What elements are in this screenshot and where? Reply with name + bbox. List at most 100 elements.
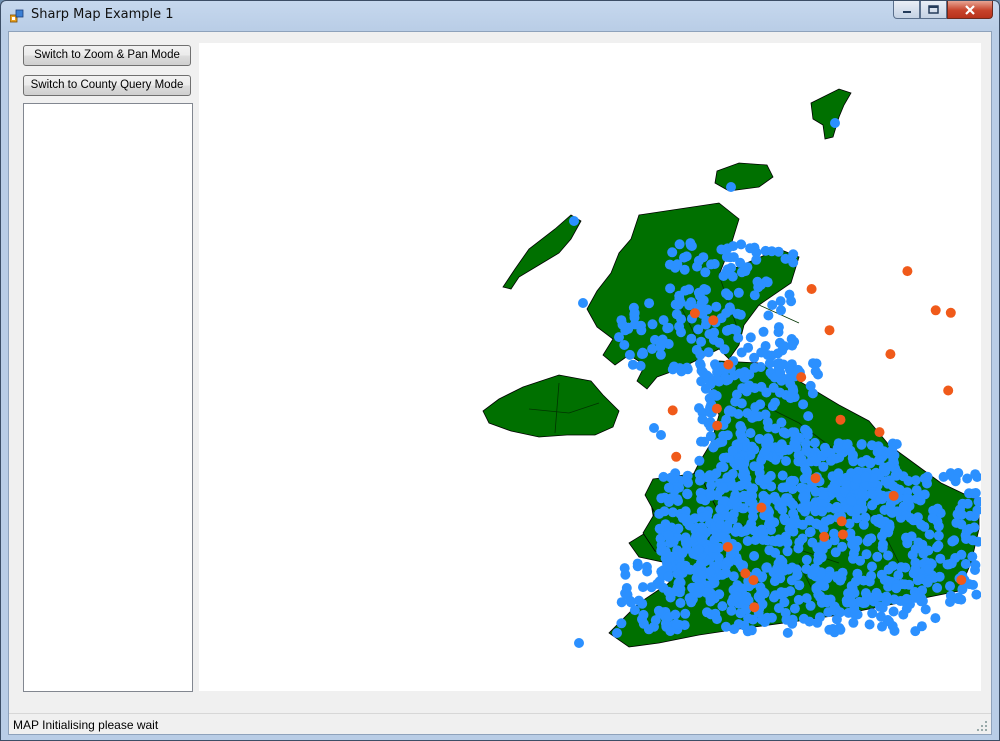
location-point	[696, 298, 707, 309]
location-point	[950, 474, 961, 485]
map-canvas[interactable]	[199, 43, 984, 691]
location-point	[877, 621, 887, 632]
location-point	[901, 593, 912, 604]
location-point	[872, 551, 883, 562]
minimize-button[interactable]	[893, 1, 920, 19]
close-button[interactable]	[947, 1, 993, 19]
location-point	[680, 608, 691, 619]
maximize-button[interactable]	[920, 1, 947, 19]
location-point	[761, 387, 772, 398]
location-point	[836, 572, 847, 583]
location-point	[920, 604, 931, 615]
resize-grip-icon[interactable]	[977, 721, 988, 732]
location-point	[969, 522, 980, 533]
location-point	[760, 409, 771, 420]
location-point	[727, 323, 738, 334]
location-point	[616, 618, 627, 629]
location-point	[858, 598, 869, 609]
location-point	[745, 243, 756, 254]
results-list[interactable]	[23, 103, 193, 692]
location-point	[703, 347, 714, 358]
location-point	[916, 593, 927, 604]
location-point	[843, 588, 854, 599]
location-point	[774, 443, 784, 453]
location-point	[715, 519, 726, 530]
location-point	[875, 493, 886, 504]
location-point	[736, 347, 747, 358]
highlight-point	[837, 529, 848, 540]
location-point	[764, 545, 775, 556]
location-point	[680, 535, 691, 546]
location-point	[780, 515, 790, 526]
highlight-point	[740, 568, 751, 579]
location-point	[569, 216, 579, 226]
location-point	[680, 285, 691, 296]
location-point	[866, 489, 877, 500]
location-point	[723, 406, 734, 417]
location-point	[763, 310, 774, 321]
location-point	[632, 558, 643, 569]
highlight-point	[943, 385, 954, 396]
location-point	[702, 607, 712, 618]
location-point	[777, 504, 788, 515]
location-point	[642, 566, 653, 577]
location-point	[901, 532, 911, 543]
highlight-point	[836, 516, 847, 527]
location-point	[785, 393, 796, 404]
location-point	[708, 389, 719, 400]
location-point	[788, 499, 798, 510]
location-point	[712, 560, 722, 571]
location-point	[745, 332, 756, 343]
location-point	[780, 482, 791, 493]
location-point	[770, 536, 781, 547]
location-point	[887, 445, 898, 456]
ireland-land	[482, 374, 620, 438]
location-point	[691, 344, 702, 355]
location-point	[761, 562, 772, 573]
location-point	[696, 522, 707, 533]
location-point	[719, 344, 730, 355]
location-point	[910, 557, 921, 568]
location-point	[694, 544, 704, 555]
location-point	[884, 461, 895, 472]
location-point	[927, 513, 938, 524]
location-point	[660, 546, 671, 557]
location-point	[638, 582, 648, 593]
location-point	[658, 315, 669, 326]
map-view[interactable]	[199, 43, 984, 691]
location-point	[636, 320, 646, 331]
location-point	[736, 423, 747, 434]
location-point	[702, 510, 713, 521]
location-point	[708, 543, 719, 553]
location-point	[932, 582, 943, 593]
location-point	[676, 366, 687, 377]
zoom-pan-mode-button[interactable]: Switch to Zoom & Pan Mode	[23, 45, 191, 66]
location-point	[852, 473, 862, 484]
location-point	[831, 501, 842, 512]
location-point	[671, 618, 681, 629]
highlight-point	[956, 575, 967, 585]
title-bar[interactable]: Sharp Map Example 1	[1, 1, 999, 31]
map-app-icon	[10, 9, 24, 23]
location-point	[722, 472, 733, 483]
location-point	[733, 287, 744, 298]
location-point	[962, 473, 973, 484]
location-point	[725, 252, 736, 263]
location-point	[697, 570, 708, 581]
location-point	[714, 376, 725, 387]
location-point	[729, 494, 740, 505]
location-point	[945, 597, 955, 607]
highlight-point	[835, 414, 846, 425]
location-point	[674, 239, 685, 250]
county-query-mode-button[interactable]: Switch to County Query Mode	[23, 75, 191, 96]
location-point	[788, 508, 799, 519]
location-point	[746, 625, 757, 636]
location-point	[675, 584, 686, 595]
location-point	[693, 287, 704, 298]
location-point	[716, 244, 727, 255]
window-title: Sharp Map Example 1	[31, 7, 174, 22]
location-point	[749, 551, 760, 561]
location-point	[736, 398, 747, 409]
highlight-point	[945, 307, 956, 318]
location-point	[711, 301, 722, 312]
